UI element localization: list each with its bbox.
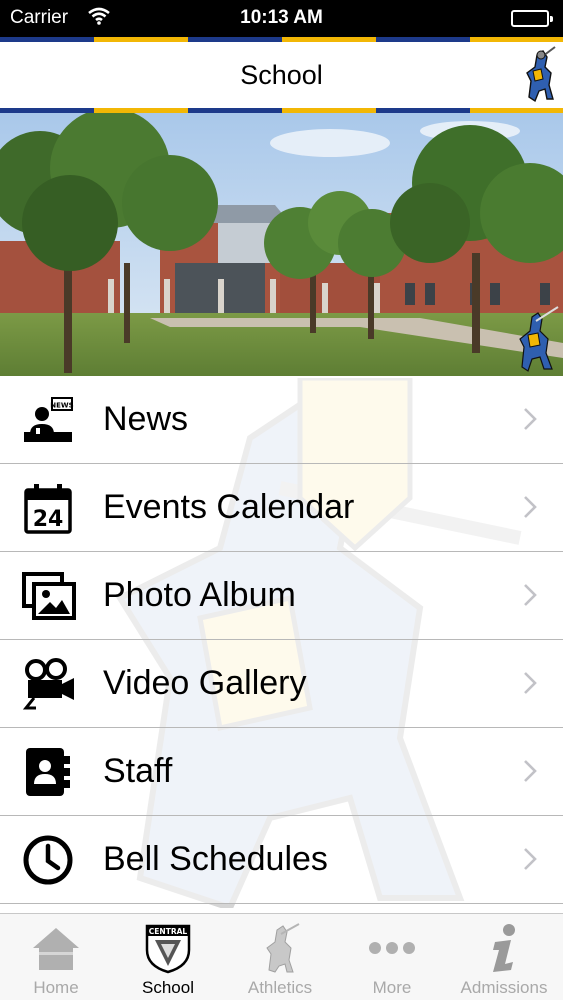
clock-icon xyxy=(23,835,73,885)
menu-item-label: Photo Album xyxy=(103,576,296,614)
tab-label: School xyxy=(142,978,194,997)
menu-item-label: News xyxy=(103,400,189,438)
menu-item-label: Events Calendar xyxy=(103,488,355,526)
chevron-right-icon xyxy=(524,672,537,694)
video-camera-icon xyxy=(22,658,74,710)
battery-icon xyxy=(511,10,553,27)
tab-athletics[interactable]: Athletics xyxy=(224,914,336,1000)
chevron-right-icon xyxy=(524,584,537,606)
menu-item-bell-schedules[interactable]: Bell Schedules xyxy=(0,816,563,904)
info-icon xyxy=(493,924,515,972)
status-bar: Carrier 10:13 AM xyxy=(0,0,563,37)
tab-more[interactable]: More xyxy=(336,914,448,1000)
chevron-right-icon xyxy=(524,408,537,430)
tab-bar: Home CENTRAL School Athletics More Admis… xyxy=(0,913,563,1000)
tab-label: Admissions xyxy=(460,978,548,997)
menu-list: NEWS News 24 Events Calendar Photo Album… xyxy=(0,376,563,904)
central-shield-icon: CENTRAL xyxy=(145,924,191,974)
tab-school[interactable]: CENTRAL School xyxy=(112,914,224,1000)
navigation-bar: School xyxy=(0,42,563,108)
menu-item-label: Video Gallery xyxy=(103,664,307,702)
tab-label: Athletics xyxy=(247,978,313,997)
calendar-icon: 24 xyxy=(24,484,72,534)
tab-admissions[interactable]: Admissions xyxy=(448,914,563,1000)
contacts-book-icon xyxy=(26,748,70,796)
chevron-right-icon xyxy=(524,848,537,870)
more-dots-icon xyxy=(369,942,415,954)
tab-label: More xyxy=(372,978,412,997)
chevron-right-icon xyxy=(524,760,537,782)
tab-label: Home xyxy=(33,978,79,997)
page-title: School xyxy=(240,60,323,90)
knight-icon xyxy=(266,923,300,973)
menu-item-photo-album[interactable]: Photo Album xyxy=(0,552,563,640)
menu-item-events-calendar[interactable]: 24 Events Calendar xyxy=(0,464,563,552)
school-crest-text: CENTRAL xyxy=(149,927,188,936)
house-icon xyxy=(33,928,79,970)
tab-home[interactable]: Home xyxy=(0,914,112,1000)
menu-item-video-gallery[interactable]: Video Gallery xyxy=(0,640,563,728)
menu-item-label: Staff xyxy=(103,752,173,790)
svg-text:NEWS: NEWS xyxy=(50,402,73,410)
photo-album-icon xyxy=(22,572,76,620)
svg-text:24: 24 xyxy=(33,507,64,532)
clock-time: 10:13 AM xyxy=(240,7,323,28)
menu-item-staff[interactable]: Staff xyxy=(0,728,563,816)
menu-item-news[interactable]: NEWS News xyxy=(0,376,563,464)
school-building-photo xyxy=(0,113,563,376)
knight-logo-icon xyxy=(526,46,556,103)
news-icon: NEWS xyxy=(24,397,74,442)
menu-item-label: Bell Schedules xyxy=(103,840,328,878)
chevron-right-icon xyxy=(524,496,537,518)
